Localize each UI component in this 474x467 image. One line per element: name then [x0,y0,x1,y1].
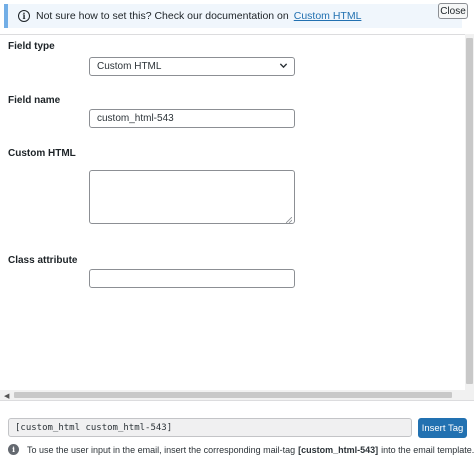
field-name-label: Field name [8,95,61,106]
field-name-input[interactable]: custom_html-543 [89,109,295,128]
resize-handle-icon[interactable] [285,215,293,224]
info-filled-icon: i [8,444,19,455]
field-name-value: custom_html-543 [97,113,174,124]
vertical-scrollbar[interactable] [465,34,474,400]
close-button[interactable]: Close [438,3,468,19]
notice-text: Not sure how to set this? Check our docu… [36,10,289,22]
insert-tag-button[interactable]: Insert Tag [418,418,467,438]
horizontal-scrollbar[interactable]: ◀ [0,390,465,400]
scroll-left-icon[interactable]: ◀ [4,392,9,400]
field-type-selected: Custom HTML [97,61,162,72]
generated-tag-field[interactable]: [custom_html custom_html-543] [8,418,412,437]
custom-html-textarea[interactable] [89,170,295,224]
custom-html-label: Custom HTML [8,148,76,159]
vertical-scrollbar-thumb[interactable] [466,38,473,384]
class-attribute-label: Class attribute [8,255,78,266]
field-type-select[interactable]: Custom HTML [89,57,295,76]
mail-tag-hint: i To use the user input in the email, in… [8,444,474,455]
horizontal-scrollbar-thumb[interactable] [14,392,452,398]
documentation-link[interactable]: Custom HTML [294,10,362,22]
chevron-down-icon [279,61,288,73]
hint-mail-tag: [custom_html-543] [298,444,379,455]
field-type-label: Field type [8,41,55,52]
info-circle-icon: i [18,10,30,22]
tag-generator-dialog: i Not sure how to set this? Check our do… [0,0,474,467]
class-attribute-input[interactable] [89,269,295,288]
hint-text-before: To use the user input in the email, inse… [27,444,296,455]
documentation-notice: i Not sure how to set this? Check our do… [4,4,462,28]
hint-text-after: into the email template. [381,444,474,455]
